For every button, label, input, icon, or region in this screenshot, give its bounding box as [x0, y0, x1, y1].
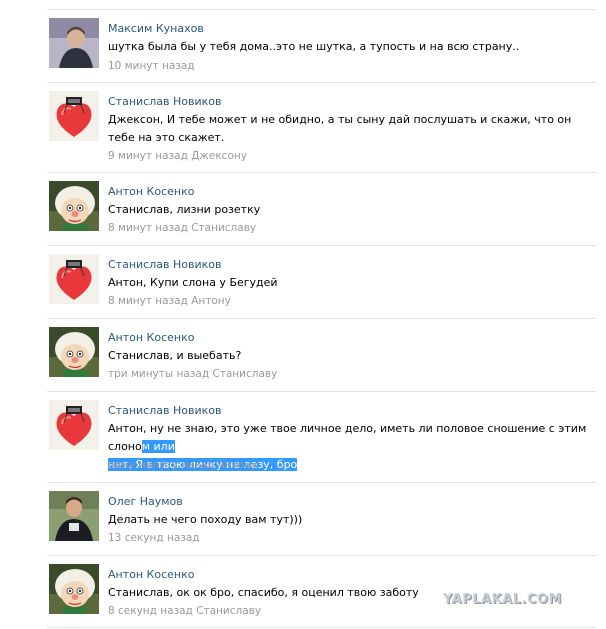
comment-text: Станислав, и выебать?	[108, 349, 242, 362]
watermark: YAPLAKAL.COM	[443, 592, 562, 607]
comment-timestamp[interactable]: 9 минут назад Джексону	[108, 150, 247, 162]
avatar[interactable]	[49, 327, 99, 377]
comment-text: Антон, Купи слона у Бегудей	[108, 276, 278, 289]
comment-timestamp[interactable]: 8 секунд назад Станиславу	[108, 605, 261, 617]
comment-timestamp[interactable]: 13 секунд назад	[108, 532, 200, 544]
avatar[interactable]	[49, 564, 99, 614]
avatar[interactable]	[49, 254, 99, 304]
comment-author[interactable]: Олег Наумов	[108, 495, 183, 508]
comment: Станислав Новиков Антон, ну не знаю, это…	[47, 391, 596, 482]
avatar[interactable]	[49, 91, 99, 141]
avatar[interactable]	[49, 181, 99, 231]
comment-timestamp[interactable]: 8 минут назад Антону	[108, 295, 231, 307]
comment-author[interactable]: Станислав Новиков	[108, 258, 221, 271]
comment-author[interactable]: Максим Кунахов	[108, 22, 204, 35]
comment: Олег Наумов Делать не чего походу вам ту…	[47, 482, 596, 555]
selected-text: м или	[141, 440, 175, 453]
comment-text: шутка была бы у тебя дома..это не шутка,…	[108, 40, 520, 53]
comment-author[interactable]: Станислав Новиков	[108, 404, 221, 417]
comment-timestamp[interactable]: три минуты назад Станиславу	[108, 368, 277, 380]
comment-author[interactable]: Станислав Новиков	[108, 95, 221, 108]
comment-timestamp[interactable]: 10 минут назад	[108, 60, 195, 72]
divider	[47, 627, 596, 628]
comment-author[interactable]: Антон Косенко	[108, 331, 194, 344]
comment-text: Джексон, И тебе может и не обидно, а ты …	[108, 113, 572, 144]
comment: Антон Косенко Станислав, и выебать? три …	[47, 318, 596, 391]
comment: Станислав Новиков Джексон, И тебе может …	[47, 82, 596, 173]
comment: Антон Косенко Станислав, лизни розетку 8…	[47, 172, 596, 245]
avatar[interactable]	[49, 18, 99, 68]
comment: Максим Кунахов шутка была бы у тебя дома…	[47, 9, 596, 90]
comment-text-plain: Антон, ну не знаю, это уже твое личное д…	[108, 422, 587, 453]
avatar[interactable]	[49, 400, 99, 450]
comment-timestamp[interactable]: 8 минут назад Станиславу	[108, 222, 256, 234]
comment: Станислав Новиков Антон, Купи слона у Бе…	[47, 245, 596, 318]
comment-text: Станислав, лизни розетку	[108, 203, 261, 216]
comment-text: Делать не чего походу вам тут)))	[108, 513, 303, 526]
comment-timestamp[interactable]: одну минуту назад Антону	[108, 459, 257, 471]
avatar[interactable]	[49, 491, 99, 541]
comment-author[interactable]: Антон Косенко	[108, 568, 194, 581]
comment-author[interactable]: Антон Косенко	[108, 185, 194, 198]
